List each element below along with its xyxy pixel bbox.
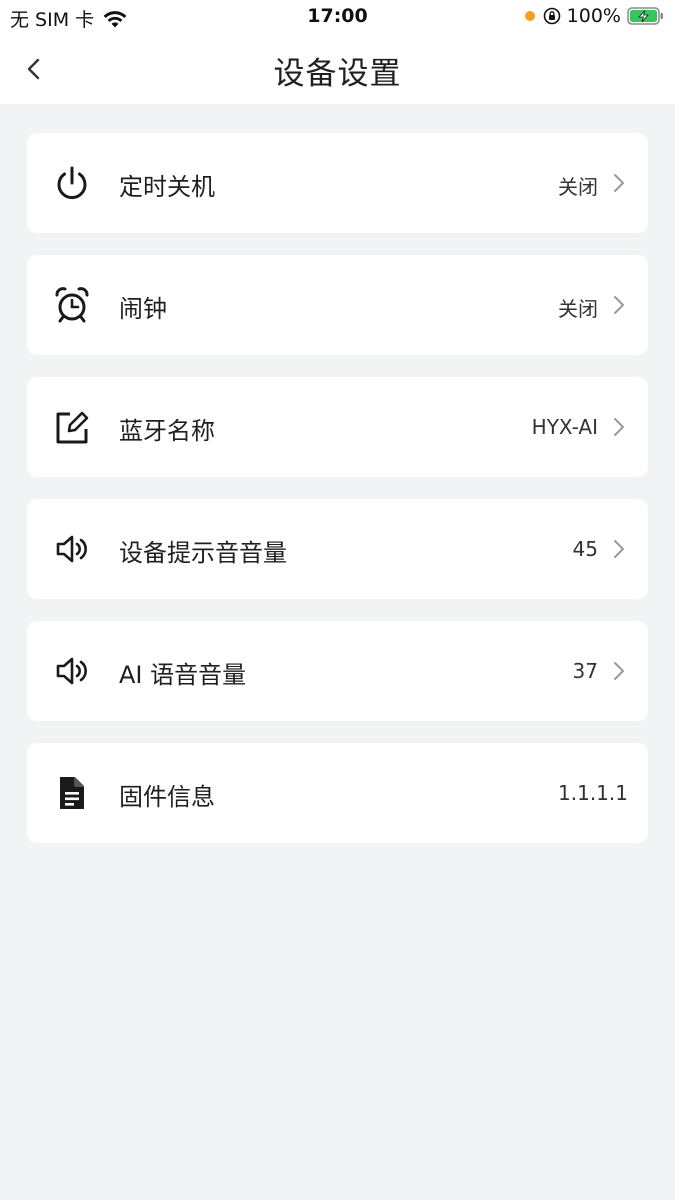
setting-label: 定时关机 xyxy=(119,173,215,201)
status-bar: 无 SIM 卡 17:00 100% xyxy=(0,0,675,34)
chevron-right-icon xyxy=(614,662,624,680)
battery-percent: 100% xyxy=(566,5,621,27)
chevron-right-icon xyxy=(614,174,624,192)
power-icon xyxy=(57,166,87,200)
chevron-right-icon xyxy=(614,540,624,558)
status-right: 100% xyxy=(524,5,665,27)
setting-label: 闹钟 xyxy=(119,295,167,323)
speaker-icon xyxy=(56,535,87,563)
setting-ai-voice-volume[interactable]: AI 语音音量 37 xyxy=(27,621,648,721)
speaker-icon xyxy=(56,657,87,685)
page-title: 设备设置 xyxy=(273,56,402,92)
document-icon xyxy=(60,777,84,809)
chevron-right-icon xyxy=(614,418,624,436)
setting-label: AI 语音音量 xyxy=(119,661,247,689)
privacy-indicator-dot xyxy=(524,11,535,21)
settings-list: 定时关机 关闭 闹钟 关闭 蓝牙名称 HYX-AI 设备提示音音量 45 AI … xyxy=(27,133,648,865)
setting-label: 蓝牙名称 xyxy=(119,417,215,445)
setting-device-prompt-volume[interactable]: 设备提示音音量 45 xyxy=(27,499,648,599)
setting-scheduled-shutdown[interactable]: 定时关机 关闭 xyxy=(27,133,648,233)
chevron-right-icon xyxy=(614,296,624,314)
edit-icon xyxy=(56,411,89,444)
setting-value: 37 xyxy=(572,659,598,683)
setting-alarm[interactable]: 闹钟 关闭 xyxy=(27,255,648,355)
alarm-clock-icon xyxy=(55,287,89,323)
setting-label: 设备提示音音量 xyxy=(119,539,287,567)
setting-label: 固件信息 xyxy=(119,783,215,811)
setting-bluetooth-name[interactable]: 蓝牙名称 HYX-AI xyxy=(27,377,648,477)
navigation-bar: 设备设置 xyxy=(0,34,675,104)
setting-value: HYX-AI xyxy=(531,415,598,439)
setting-firmware-info[interactable]: 固件信息 1.1.1.1 xyxy=(27,743,648,843)
orientation-lock-icon xyxy=(543,7,560,25)
setting-value: 关闭 xyxy=(558,297,598,321)
setting-value: 45 xyxy=(572,537,598,561)
setting-value: 1.1.1.1 xyxy=(558,781,628,805)
battery-charging-icon xyxy=(627,7,663,25)
setting-value: 关闭 xyxy=(558,175,598,199)
